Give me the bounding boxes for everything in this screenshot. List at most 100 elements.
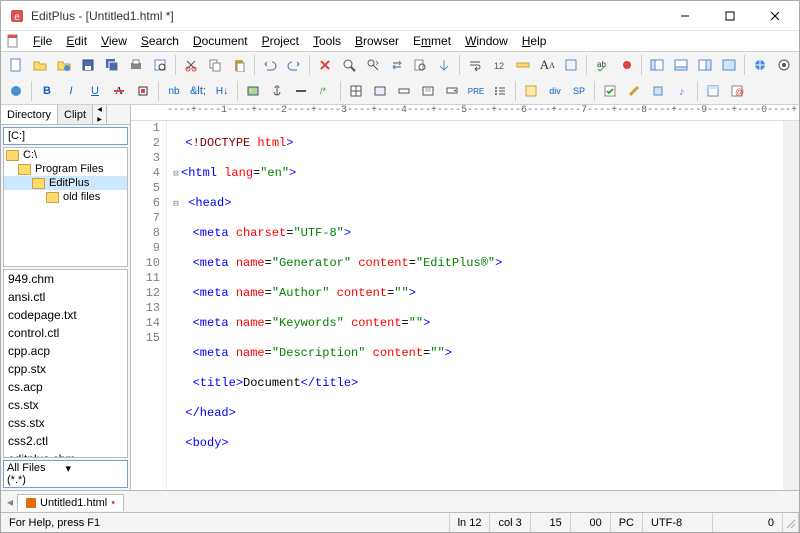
code-content[interactable]: <!DOCTYPE html> ⊟<html lang="en"> ⊟ <hea… [167,121,783,490]
print-button[interactable] [125,54,147,76]
tool2-button[interactable] [647,80,669,102]
vertical-scrollbar[interactable] [783,121,799,490]
menu-edit[interactable]: Edit [60,33,93,49]
menu-project[interactable]: Project [256,33,305,49]
tab-menu-icon[interactable]: ◂ [3,495,17,509]
anchor-button[interactable] [266,80,288,102]
file-item[interactable]: cpp.acp [4,342,127,360]
file-item[interactable]: cpp.stx [4,360,127,378]
code-area[interactable]: 123456789101112131415 <!DOCTYPE html> ⊟<… [131,121,799,490]
open-remote-button[interactable] [53,54,75,76]
maximize-button[interactable] [707,2,752,30]
directory-panel-button[interactable] [646,54,668,76]
font-size-button[interactable]: AA [536,54,558,76]
find-next-button[interactable] [362,54,384,76]
record-button[interactable] [615,54,637,76]
file-item[interactable]: control.ctl [4,324,127,342]
hr-button[interactable] [290,80,312,102]
div-button[interactable]: div [544,80,566,102]
span-button[interactable]: SP [568,80,590,102]
validate-button[interactable] [599,80,621,102]
document-tab[interactable]: Untitled1.html • [17,494,124,511]
heading-button[interactable]: H↓ [211,80,233,102]
menu-emmet[interactable]: Emmet [407,33,457,49]
folder-tree[interactable]: C:\ Program Files EditPlus old files [3,147,128,267]
preview-button[interactable] [149,54,171,76]
menu-tools[interactable]: Tools [307,33,347,49]
file-item[interactable]: css.stx [4,414,127,432]
resize-grip-icon[interactable] [783,513,799,532]
paste-button[interactable] [228,54,250,76]
file-item[interactable]: ansi.ctl [4,288,127,306]
wordwrap-button[interactable] [464,54,486,76]
tab-directory[interactable]: Directory [1,105,58,124]
menu-view[interactable]: View [95,33,133,49]
copy-button[interactable] [204,54,226,76]
cliptext-panel-button[interactable] [694,54,716,76]
line-numbers-button[interactable]: 12 [488,54,510,76]
table-button[interactable] [345,80,367,102]
file-item[interactable]: cs.acp [4,378,127,396]
list-button[interactable] [489,80,511,102]
browser-run-button[interactable] [5,80,27,102]
textarea-button[interactable] [417,80,439,102]
tree-item[interactable]: old files [4,190,127,204]
tool3-button[interactable]: ♪ [671,80,693,102]
bold-button[interactable]: B [36,80,58,102]
drive-selector[interactable]: [C:] [3,127,128,145]
replace-button[interactable] [386,54,408,76]
fullscreen-button[interactable] [560,54,582,76]
menu-search[interactable]: Search [135,33,185,49]
pre-button[interactable]: PRE [465,80,487,102]
cut-button[interactable] [180,54,202,76]
tree-item[interactable]: EditPlus [4,176,127,190]
file-item[interactable]: cs.stx [4,396,127,414]
file-item[interactable]: codepage.txt [4,306,127,324]
save-all-button[interactable] [101,54,123,76]
script-button[interactable] [520,80,542,102]
new-file-button[interactable] [5,54,27,76]
form-button[interactable] [369,80,391,102]
input-button[interactable] [393,80,415,102]
find-in-files-button[interactable] [410,54,432,76]
file-item[interactable]: 949.chm [4,270,127,288]
italic-button[interactable]: I [60,80,82,102]
underline-button[interactable]: U [84,80,106,102]
image-button[interactable] [242,80,264,102]
doc-selector-button[interactable] [718,54,740,76]
close-button[interactable] [752,2,797,30]
file-item[interactable]: css2.ctl [4,432,127,450]
menu-window[interactable]: Window [459,33,514,49]
char-map-button[interactable]: @ [726,80,748,102]
tool1-button[interactable] [623,80,645,102]
menu-document[interactable]: Document [187,33,254,49]
open-file-button[interactable] [29,54,51,76]
redo-button[interactable] [283,54,305,76]
output-panel-button[interactable] [670,54,692,76]
select-button[interactable] [441,80,463,102]
entity-button[interactable]: &lt; [187,80,209,102]
file-list[interactable]: 949.chm ansi.ctl codepage.txt control.ct… [3,269,128,458]
font-color-button[interactable]: A [108,80,130,102]
settings-button[interactable] [773,54,795,76]
highlight-button[interactable] [132,80,154,102]
menu-browser[interactable]: Browser [349,33,405,49]
tab-scroll[interactable]: ◀▶ [93,105,107,124]
tree-item[interactable]: C:\ [4,148,127,162]
spell-button[interactable]: ab [591,54,613,76]
template-button[interactable] [702,80,724,102]
tab-cliptext[interactable]: Clipt [58,105,93,124]
minimize-button[interactable] [662,2,707,30]
save-button[interactable] [77,54,99,76]
tree-item[interactable]: Program Files [4,162,127,176]
menu-file[interactable]: File [27,33,58,49]
find-button[interactable] [338,54,360,76]
nbsp-button[interactable]: nb [163,80,185,102]
menu-help[interactable]: Help [516,33,553,49]
browser-button[interactable] [749,54,771,76]
goto-button[interactable] [433,54,455,76]
file-item[interactable]: editplus.chm [4,450,127,458]
comment-button[interactable]: /* [314,80,336,102]
ruler-button[interactable] [512,54,534,76]
undo-button[interactable] [259,54,281,76]
